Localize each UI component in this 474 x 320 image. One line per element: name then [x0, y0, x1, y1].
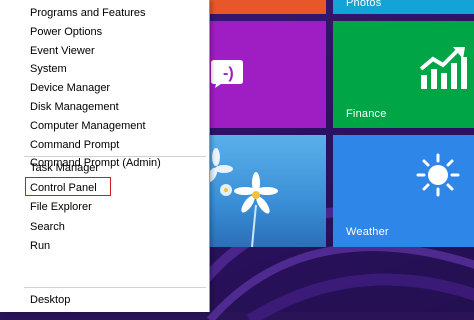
- menu-item-task-manager[interactable]: Task Manager: [30, 160, 99, 176]
- app-tile-orange[interactable]: [204, 0, 326, 14]
- finance-chart-icon: [419, 47, 467, 89]
- menu-item-command-prompt[interactable]: Command Prompt: [30, 137, 119, 153]
- menu-item-disk-management[interactable]: Disk Management: [30, 99, 119, 115]
- menu-item-programs-and-features[interactable]: Programs and Features: [30, 5, 146, 21]
- menu-item-event-viewer[interactable]: Event Viewer: [30, 43, 95, 59]
- finance-tile[interactable]: Finance: [333, 21, 474, 128]
- desktop-tile[interactable]: [204, 135, 326, 247]
- menu-item-file-explorer[interactable]: File Explorer: [30, 199, 92, 215]
- menu-separator: [24, 156, 206, 157]
- power-user-menu: Programs and Features Power Options Even…: [0, 0, 210, 312]
- sun-icon: [416, 153, 460, 197]
- menu-item-computer-management[interactable]: Computer Management: [30, 118, 146, 134]
- menu-item-search[interactable]: Search: [30, 219, 65, 235]
- control-panel-highlight: [25, 177, 111, 196]
- weather-tile[interactable]: Weather: [333, 135, 474, 247]
- menu-item-desktop[interactable]: Desktop: [30, 292, 70, 308]
- menu-item-run[interactable]: Run: [30, 238, 50, 254]
- menu-item-power-options[interactable]: Power Options: [30, 24, 102, 40]
- photos-tile[interactable]: Photos: [333, 0, 474, 14]
- menu-item-device-manager[interactable]: Device Manager: [30, 80, 110, 96]
- messaging-tile[interactable]: -): [204, 21, 326, 128]
- weather-tile-label: Weather: [346, 226, 389, 238]
- desktop-wallpaper-flowers: [206, 148, 278, 247]
- finance-tile-label: Finance: [346, 108, 387, 120]
- photos-tile-label: Photos: [346, 0, 382, 9]
- menu-separator-desktop: [24, 287, 206, 288]
- messaging-smiley-icon: -): [211, 60, 243, 88]
- menu-item-system[interactable]: System: [30, 61, 67, 77]
- svg-text:-): -): [223, 65, 234, 82]
